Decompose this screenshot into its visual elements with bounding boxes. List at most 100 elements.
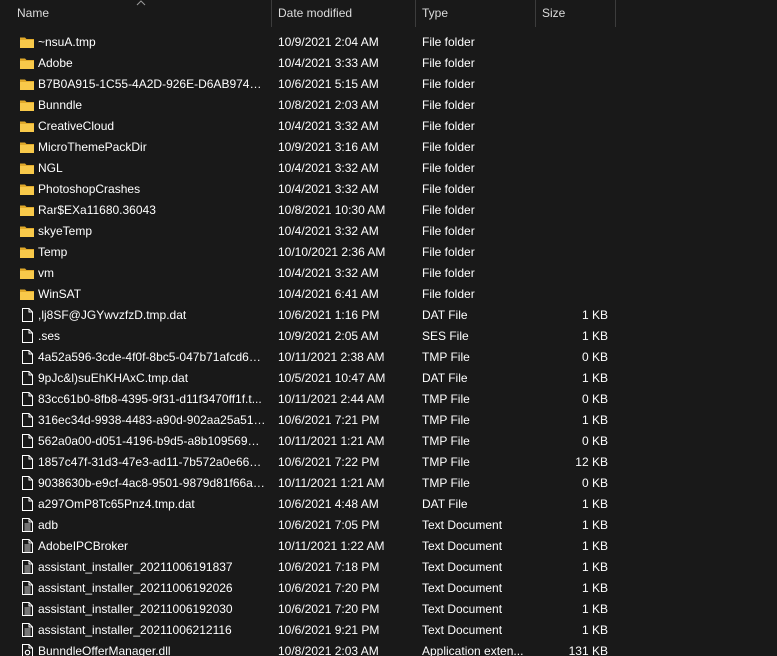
file-icon (22, 413, 33, 427)
file-row[interactable]: ,lj8SF@JGYwvzfzD.tmp.dat 10/6/2021 1:16 P… (0, 305, 777, 326)
file-name: 4a52a596-3cde-4f0f-8bc5-047b71afcd6c.t..… (38, 350, 266, 364)
file-date-modified: 10/4/2021 3:32 AM (278, 224, 379, 238)
file-date-modified: 10/6/2021 9:21 PM (278, 623, 380, 637)
file-row[interactable]: Adobe 10/4/2021 3:33 AM File folder (0, 53, 777, 74)
folder-icon (20, 58, 34, 69)
file-date-modified: 10/6/2021 7:20 PM (278, 581, 380, 595)
file-row[interactable]: assistant_installer_20211006212116 10/6/2… (0, 620, 777, 641)
folder-icon (20, 142, 34, 153)
column-header-date-modified[interactable]: Date modified (272, 0, 415, 27)
file-type: File folder (422, 56, 475, 70)
file-type: Text Document (422, 581, 503, 595)
file-row[interactable]: a297OmP8Tc65Pnz4.tmp.dat 10/6/2021 4:48 A… (0, 494, 777, 515)
file-name: WinSAT (38, 287, 82, 301)
file-row[interactable]: 316ec34d-9938-4483-a90d-902aa25a5137....… (0, 410, 777, 431)
file-type: DAT File (422, 308, 468, 322)
folder-icon (20, 268, 34, 279)
file-name: AdobeIPCBroker (38, 539, 129, 553)
file-date-modified: 10/6/2021 5:15 AM (278, 77, 379, 91)
folder-icon (20, 79, 34, 90)
file-row[interactable]: AdobeIPCBroker 10/11/2021 1:22 AM Text Doc… (0, 536, 777, 557)
file-date-modified: 10/4/2021 3:32 AM (278, 266, 379, 280)
file-name: NGL (38, 161, 63, 175)
file-type: File folder (422, 119, 475, 133)
file-row[interactable]: assistant_installer_20211006191837 10/6/2… (0, 557, 777, 578)
file-row[interactable]: 562a0a00-d051-4196-b9d5-a8b109569dc... 10… (0, 431, 777, 452)
file-row[interactable]: Bunndle 10/8/2021 2:03 AM File folder (0, 95, 777, 116)
file-row[interactable]: 9038630b-e9cf-4ac8-9501-9879d81f66ac.t..… (0, 473, 777, 494)
file-date-modified: 10/6/2021 1:16 PM (278, 308, 380, 322)
file-type: TMP File (422, 413, 470, 427)
file-size: 1 KB (581, 308, 608, 322)
file-icon (22, 497, 33, 511)
file-date-modified: 10/9/2021 3:16 AM (278, 140, 379, 154)
file-size: 1 KB (581, 539, 608, 553)
file-row[interactable]: PhotoshopCrashes 10/4/2021 3:32 AM File fo… (0, 179, 777, 200)
file-row[interactable]: 4a52a596-3cde-4f0f-8bc5-047b71afcd6c.t..… (0, 347, 777, 368)
file-size (536, 179, 608, 200)
file-name: 9pJc&l)suEhKHAxC.tmp.dat (38, 371, 189, 385)
folder-icon (20, 247, 34, 258)
file-name: Adobe (38, 56, 73, 70)
file-date-modified: 10/6/2021 4:48 AM (278, 497, 379, 511)
file-name: Temp (38, 245, 68, 259)
file-row[interactable]: 83cc61b0-8fb8-4395-9f31-d11f3470ff1f.t..… (0, 389, 777, 410)
file-row[interactable]: Rar$EXa11680.36043 10/8/2021 10:30 AM File… (0, 200, 777, 221)
file-date-modified: 10/9/2021 2:05 AM (278, 329, 379, 343)
file-row[interactable]: vm 10/4/2021 3:32 AM File folder (0, 263, 777, 284)
column-header-name[interactable]: Name (11, 0, 271, 27)
file-size (536, 221, 608, 242)
file-type: File folder (422, 266, 475, 280)
column-divider[interactable] (615, 0, 616, 27)
file-size (536, 200, 608, 221)
file-size (536, 263, 608, 284)
file-row[interactable]: assistant_installer_20211006192030 10/6/2… (0, 599, 777, 620)
file-row[interactable]: .ses 10/9/2021 2:05 AM SES File 1 KB (0, 326, 777, 347)
file-row[interactable]: NGL 10/4/2021 3:32 AM File folder (0, 158, 777, 179)
file-name: assistant_installer_20211006192030 (38, 602, 233, 616)
file-date-modified: 10/4/2021 3:32 AM (278, 161, 379, 175)
file-date-modified: 10/6/2021 7:21 PM (278, 413, 380, 427)
file-type: File folder (422, 98, 475, 112)
file-row[interactable]: assistant_installer_20211006192026 10/6/2… (0, 578, 777, 599)
file-row[interactable]: 1857c47f-31d3-47e3-ad11-7b572a0e66ab....… (0, 452, 777, 473)
file-row[interactable]: adb 10/6/2021 7:05 PM Text Document 1 KB (0, 515, 777, 536)
file-name: assistant_installer_20211006192026 (38, 581, 233, 595)
file-date-modified: 10/6/2021 7:18 PM (278, 560, 380, 574)
file-type: TMP File (422, 392, 470, 406)
file-row[interactable]: B7B0A915-1C55-4A2D-926E-D6AB974718... 10/… (0, 74, 777, 95)
file-date-modified: 10/8/2021 2:03 AM (278, 98, 379, 112)
file-size: 1 KB (581, 518, 608, 532)
file-size (536, 137, 608, 158)
file-name: ,lj8SF@JGYwvzfzD.tmp.dat (38, 308, 187, 322)
column-header-size[interactable]: Size (536, 0, 615, 27)
file-explorer-list-view: Name Date modified Type Size ~nsuA.tmp 10… (0, 0, 777, 656)
file-icon (22, 455, 33, 469)
file-icon (22, 392, 33, 406)
file-row[interactable]: MicroThemePackDir 10/9/2021 3:16 AM File f… (0, 137, 777, 158)
file-name: ~nsuA.tmp (38, 35, 96, 49)
file-row[interactable]: WinSAT 10/4/2021 6:41 AM File folder (0, 284, 777, 305)
file-icon (22, 371, 33, 385)
file-icon (22, 329, 33, 343)
file-row[interactable]: skyeTemp 10/4/2021 3:32 AM File folder (0, 221, 777, 242)
file-date-modified: 10/8/2021 2:03 AM (278, 644, 379, 656)
file-size (536, 32, 608, 53)
file-row[interactable]: BunndleOfferManager.dll 10/8/2021 2:03 AM… (0, 641, 777, 656)
file-date-modified: 10/8/2021 10:30 AM (278, 203, 386, 217)
file-size: 1 KB (581, 413, 608, 427)
file-row[interactable]: ~nsuA.tmp 10/9/2021 2:04 AM File folder (0, 32, 777, 53)
column-header-type[interactable]: Type (416, 0, 535, 27)
file-date-modified: 10/4/2021 3:33 AM (278, 56, 379, 70)
file-date-modified: 10/6/2021 7:05 PM (278, 518, 380, 532)
dll-file-icon (22, 644, 33, 656)
file-type: DAT File (422, 371, 468, 385)
file-name: CreativeCloud (38, 119, 115, 133)
file-row[interactable]: CreativeCloud 10/4/2021 3:32 AM File folde… (0, 116, 777, 137)
file-row[interactable]: 9pJc&l)suEhKHAxC.tmp.dat 10/5/2021 10:47 … (0, 368, 777, 389)
file-size (536, 116, 608, 137)
file-row[interactable]: Temp 10/10/2021 2:36 AM File folder (0, 242, 777, 263)
file-icon (22, 434, 33, 448)
file-icon (22, 350, 33, 364)
file-name: Bunndle (38, 98, 83, 112)
